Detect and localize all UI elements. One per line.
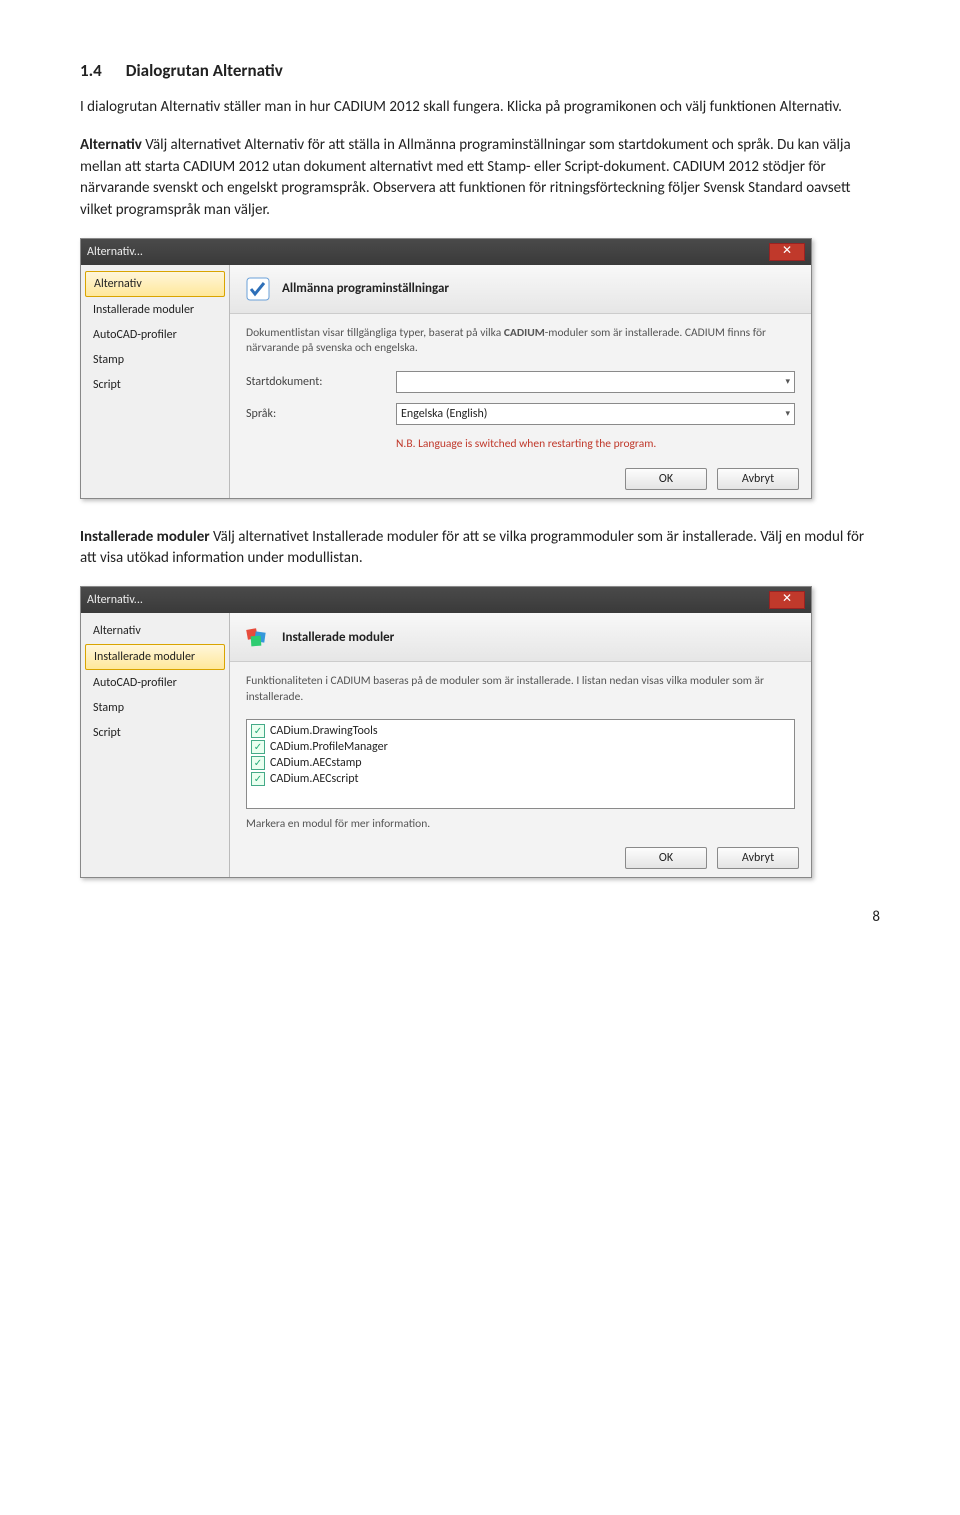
nav-item-script[interactable]: Script <box>85 373 225 397</box>
module-item[interactable]: ✓ CADium.AECscript <box>251 771 790 787</box>
dropdown-sprak[interactable]: Engelska (English) ▾ <box>396 403 795 425</box>
dialog-title: Alternativ... <box>87 245 143 259</box>
dialog-header-title: Allmänna programinställningar <box>282 281 449 296</box>
desc-part-a: Dokumentlistan visar tillgängliga typer,… <box>246 326 504 340</box>
alternativ-text: Välj alternativet Alternativ för att stä… <box>80 136 851 219</box>
intro-paragraph: I dialogrutan Alternativ ställer man in … <box>80 97 880 119</box>
module-label: CADium.DrawingTools <box>270 724 378 738</box>
chevron-down-icon: ▾ <box>785 376 790 387</box>
close-icon[interactable]: ✕ <box>769 591 805 609</box>
cancel-button[interactable]: Avbryt <box>717 847 799 869</box>
ok-button[interactable]: OK <box>625 847 707 869</box>
installerade-label: Installerade moduler <box>80 528 210 546</box>
checkbox-icon: ✓ <box>251 772 265 786</box>
label-sprak: Språk: <box>246 407 396 421</box>
module-item[interactable]: ✓ CADium.DrawingTools <box>251 723 790 739</box>
cancel-button[interactable]: Avbryt <box>717 468 799 490</box>
section-title: Dialogrutan Alternativ <box>126 60 283 81</box>
dropdown-startdokument[interactable]: ▾ <box>396 371 795 393</box>
desc-part-b: CADIUM <box>504 326 545 340</box>
modules-icon <box>244 623 272 651</box>
chevron-down-icon: ▾ <box>785 408 790 419</box>
dialog-header: Allmänna programinställningar <box>230 265 811 314</box>
checkbox-icon: ✓ <box>251 724 265 738</box>
nav-item-alternativ[interactable]: Alternativ <box>85 271 225 297</box>
module-hint: Markera en modul för mer information. <box>246 817 795 831</box>
dialog-description: Dokumentlistan visar tillgängliga typer,… <box>246 326 795 357</box>
alternativ-paragraph: Alternativ Välj alternativet Alternativ … <box>80 135 880 222</box>
section-number: 1.4 <box>80 60 102 81</box>
dialog-alternativ: Alternativ... ✕ Alternativ Installerade … <box>80 238 812 499</box>
nav-item-script[interactable]: Script <box>85 721 225 745</box>
titlebar: Alternativ... ✕ <box>81 587 811 613</box>
modules-listbox[interactable]: ✓ CADium.DrawingTools ✓ CADium.ProfileMana… <box>246 719 795 809</box>
nav-item-alternativ[interactable]: Alternativ <box>85 619 225 643</box>
dialog-header-title: Installerade moduler <box>282 630 394 645</box>
row-sprak: Språk: Engelska (English) ▾ <box>246 403 795 425</box>
alternativ-label: Alternativ <box>80 136 142 154</box>
module-label: CADium.ProfileManager <box>270 740 388 754</box>
section-heading: 1.4 Dialogrutan Alternativ <box>80 60 880 81</box>
module-item[interactable]: ✓ CADium.AECstamp <box>251 755 790 771</box>
dialog-nav: Alternativ Installerade moduler AutoCAD-… <box>81 613 230 877</box>
nav-item-autocad-profiler[interactable]: AutoCAD-profiler <box>85 323 225 347</box>
language-warning: N.B. Language is switched when restartin… <box>246 437 795 452</box>
dialog-main: Installerade moduler Funktionaliteten i … <box>230 613 811 877</box>
dropdown-sprak-value: Engelska (English) <box>401 407 487 421</box>
nav-item-autocad-profiler[interactable]: AutoCAD-profiler <box>85 671 225 695</box>
close-icon[interactable]: ✕ <box>769 243 805 261</box>
checkbox-icon: ✓ <box>251 740 265 754</box>
installerade-paragraph: Installerade moduler Välj alternativet I… <box>80 527 880 571</box>
nav-item-installerade-moduler[interactable]: Installerade moduler <box>85 298 225 322</box>
dialog-header: Installerade moduler <box>230 613 811 662</box>
dialog-title: Alternativ... <box>87 593 143 607</box>
module-label: CADium.AECscript <box>270 772 359 786</box>
page-number: 8 <box>80 908 880 926</box>
dialog-main: Allmänna programinställningar Dokumentli… <box>230 265 811 498</box>
nav-item-installerade-moduler[interactable]: Installerade moduler <box>85 644 225 670</box>
check-icon <box>244 275 272 303</box>
checkbox-icon: ✓ <box>251 756 265 770</box>
dialog-nav: Alternativ Installerade moduler AutoCAD-… <box>81 265 230 498</box>
dialog-description: Funktionaliteten i CADIUM baseras på de … <box>246 674 795 705</box>
nav-item-stamp[interactable]: Stamp <box>85 696 225 720</box>
nav-item-stamp[interactable]: Stamp <box>85 348 225 372</box>
module-item[interactable]: ✓ CADium.ProfileManager <box>251 739 790 755</box>
dialog-installerade-moduler: Alternativ... ✕ Alternativ Installerade … <box>80 586 812 878</box>
row-startdokument: Startdokument: ▾ <box>246 371 795 393</box>
ok-button[interactable]: OK <box>625 468 707 490</box>
titlebar: Alternativ... ✕ <box>81 239 811 265</box>
module-label: CADium.AECstamp <box>270 756 362 770</box>
label-startdokument: Startdokument: <box>246 375 396 389</box>
